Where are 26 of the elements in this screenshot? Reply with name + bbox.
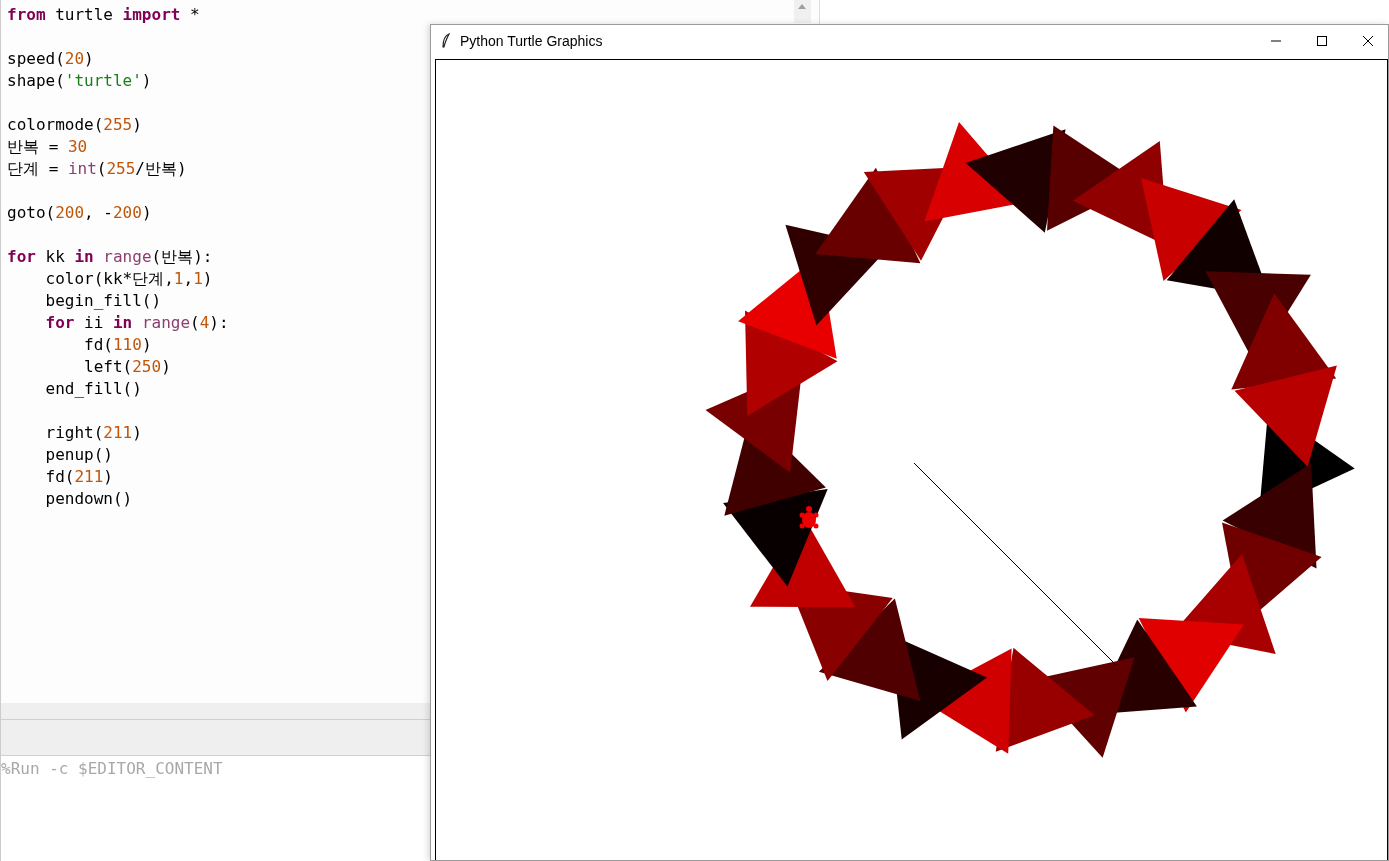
code-line: end_fill() bbox=[44, 378, 142, 400]
window-title: Python Turtle Graphics bbox=[460, 33, 604, 49]
close-icon[interactable] bbox=[1362, 35, 1374, 47]
code-line: 반복 = 30 bbox=[7, 136, 88, 158]
code-line: pendown() bbox=[44, 488, 133, 510]
code-line: fd(211) bbox=[44, 466, 113, 488]
code-line: begin_fill() bbox=[44, 290, 162, 312]
code-line: fd(110) bbox=[83, 334, 152, 356]
code-line: left(250) bbox=[83, 356, 171, 378]
turtle-icon bbox=[799, 506, 819, 529]
code-line: color(kk*단계,1,1) bbox=[44, 268, 213, 290]
scrollbar[interactable] bbox=[794, 0, 811, 23]
code-line: right(211) bbox=[44, 422, 142, 444]
maximize-icon[interactable] bbox=[1316, 35, 1328, 47]
feather-icon bbox=[441, 33, 451, 49]
code-line: goto(200, -200) bbox=[7, 202, 152, 224]
code-line: 단계 = int(255/반복) bbox=[7, 158, 187, 180]
code-line: for ii in range(4): bbox=[44, 312, 229, 334]
code-line: speed(20) bbox=[7, 48, 94, 70]
shell-command: %Run -c $EDITOR_CONTENT bbox=[1, 759, 223, 778]
code-line: shape('turtle') bbox=[7, 70, 152, 92]
code-line: penup() bbox=[44, 444, 113, 466]
scroll-up-icon[interactable] bbox=[798, 4, 806, 9]
code-line: for kk in range(반복): bbox=[7, 246, 213, 268]
code-line: from turtle import * bbox=[7, 4, 200, 26]
code-line: colormode(255) bbox=[7, 114, 142, 136]
